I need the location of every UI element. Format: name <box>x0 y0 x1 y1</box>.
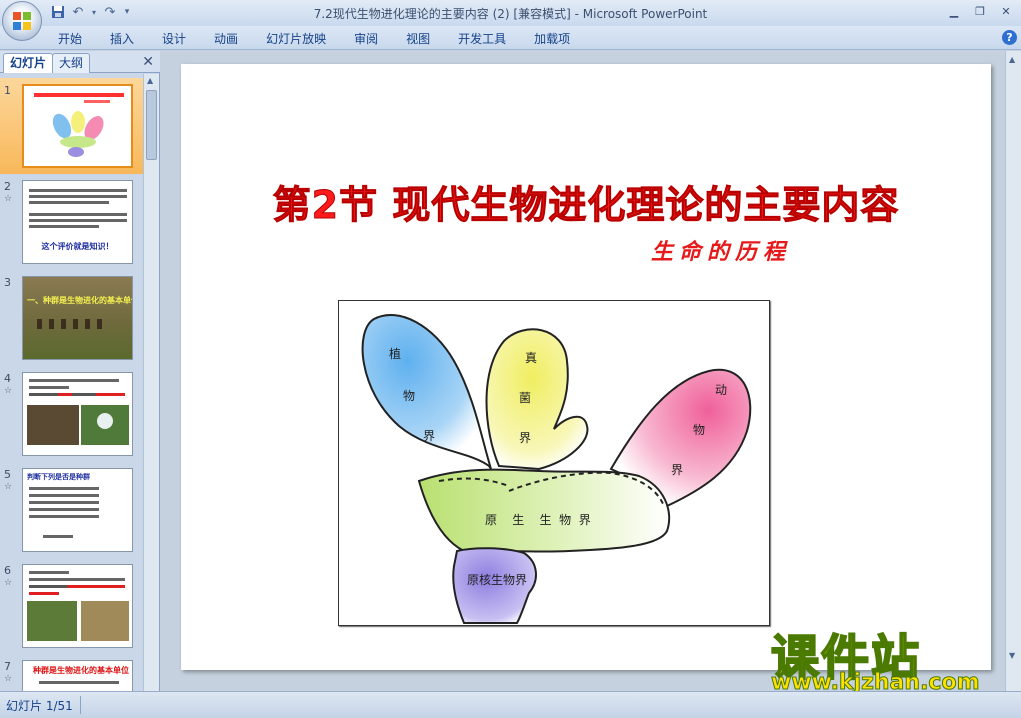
tab-review[interactable]: 审阅 <box>340 30 392 48</box>
slide-preview <box>22 564 133 648</box>
thumb-title: 判断下列是否是种群 <box>27 473 90 481</box>
slide-preview <box>22 372 133 456</box>
office-button[interactable] <box>2 1 42 41</box>
tab-view[interactable]: 视图 <box>392 30 444 48</box>
restore-icon[interactable]: ❐ <box>967 2 993 20</box>
slide-number: 7 <box>4 660 11 673</box>
tab-insert[interactable]: 插入 <box>96 30 148 48</box>
slide-counter: 幻灯片 1/51 <box>6 699 73 713</box>
slide-thumb-4[interactable]: 4 ☆ <box>0 366 143 462</box>
slide-preview: 一、种群是生物进化的基本单位 <box>22 276 133 360</box>
thumb-title: 种群是生物进化的基本单位 <box>33 666 129 675</box>
kingdoms-diagram[interactable]: 植 物 界 真 菌 界 动 物 界 原 生 生 物 界 原核生物界 <box>338 300 770 626</box>
label-prokaryote: 原核生物界 <box>467 573 528 587</box>
label-plant-2: 物 <box>403 389 416 403</box>
slide-thumb-5[interactable]: 5 ☆ 判断下列是否是种群 <box>0 462 143 558</box>
label-fungi-2: 菌 <box>519 391 532 405</box>
close-icon[interactable]: ✕ <box>993 2 1019 20</box>
ribbon: 开始 插入 设计 动画 幻灯片放映 审阅 视图 开发工具 加载项 ? <box>0 26 1021 50</box>
slide-thumb-6[interactable]: 6 ☆ <box>0 558 143 654</box>
animation-star-icon: ☆ <box>4 194 13 204</box>
ribbon-tabs: 开始 插入 设计 动画 幻灯片放映 审阅 视图 开发工具 加载项 <box>44 30 584 48</box>
slide-number: 4 <box>4 372 11 385</box>
label-plant-1: 植 <box>389 347 402 361</box>
animation-star-icon: ☆ <box>4 482 13 492</box>
slide-title[interactable]: 第2节 现代生物进化理论的主要内容 <box>181 174 991 229</box>
slide-thumbnails: 1 2 ☆ 这个评价就是知识！ 3 一、种群是生物进化的基本单位 4 ☆ 5 ☆… <box>0 74 143 691</box>
tab-addins[interactable]: 加载项 <box>520 30 584 48</box>
animation-star-icon: ☆ <box>4 578 13 588</box>
status-divider <box>80 696 81 714</box>
label-protist: 原 生 生 物 界 <box>485 513 591 527</box>
powerpoint-window: ↶ ▾ ↷ ▾ 7.2现代生物进化理论的主要内容 (2) [兼容模式] - Mi… <box>0 0 1021 718</box>
thumbnails-scrollbar[interactable]: ▲ <box>143 74 159 691</box>
status-bar: 幻灯片 1/51 <box>0 691 1021 718</box>
label-fungi-3: 界 <box>519 431 532 445</box>
slide-canvas[interactable]: 第2节 现代生物进化理论的主要内容 生命的历程 植 物 界 真 菌 界 动 物 … <box>181 64 991 670</box>
tab-home[interactable]: 开始 <box>44 30 96 48</box>
window-controls: ▁ ❐ ✕ <box>941 2 1019 20</box>
editor-scrollbar[interactable]: ▲ ▼ <box>1005 51 1021 691</box>
help-icon[interactable]: ? <box>1002 30 1017 45</box>
slide-subtitle[interactable]: 生命的历程 <box>651 234 791 266</box>
kingdoms-diagram-art <box>361 314 752 624</box>
slide-preview: 这个评价就是知识！ <box>22 180 133 264</box>
label-plant-3: 界 <box>423 429 436 443</box>
slide-preview <box>22 84 133 168</box>
tab-animations[interactable]: 动画 <box>200 30 252 48</box>
animation-star-icon: ☆ <box>4 674 13 684</box>
slide-preview: 种群是生物进化的基本单位 <box>22 660 133 691</box>
label-animal-1: 动 <box>715 383 728 397</box>
slide-number: 2 <box>4 180 11 193</box>
thumb-footer-text: 这个评价就是知识！ <box>41 242 114 251</box>
slide-number: 3 <box>4 276 11 289</box>
tab-slideshow[interactable]: 幻灯片放映 <box>252 30 340 48</box>
label-animal-3: 界 <box>671 463 684 477</box>
slide-number: 6 <box>4 564 11 577</box>
tab-developer[interactable]: 开发工具 <box>444 30 520 48</box>
slides-pane: 幻灯片 大纲 ✕ 1 2 ☆ 这个评价就是知识！ 3 一、种群是生物进化的基本单… <box>0 51 160 691</box>
scroll-thumb[interactable] <box>146 90 157 160</box>
slide-number: 5 <box>4 468 11 481</box>
close-pane-icon[interactable]: ✕ <box>142 54 154 70</box>
tab-design[interactable]: 设计 <box>148 30 200 48</box>
slide-editor: 第2节 现代生物进化理论的主要内容 生命的历程 植 物 界 真 菌 界 动 物 … <box>161 51 1021 691</box>
watermark: 课件站 www.kjzhan.com <box>770 618 1011 698</box>
office-logo-icon <box>13 12 31 30</box>
thumb-caption: 一、种群是生物进化的基本单位 <box>27 296 133 305</box>
label-fungi-1: 真 <box>525 351 538 365</box>
slide-thumb-3[interactable]: 3 一、种群是生物进化的基本单位 <box>0 270 143 366</box>
slide-number: 1 <box>4 84 11 97</box>
slide-thumb-2[interactable]: 2 ☆ 这个评价就是知识！ <box>0 174 143 270</box>
pane-tabs: 幻灯片 大纲 ✕ <box>0 51 160 73</box>
title-bar: ↶ ▾ ↷ ▾ 7.2现代生物进化理论的主要内容 (2) [兼容模式] - Mi… <box>0 0 1021 26</box>
tab-outline[interactable]: 大纲 <box>52 53 91 73</box>
window-title: 7.2现代生物进化理论的主要内容 (2) [兼容模式] - Microsoft … <box>313 7 708 21</box>
tab-slides[interactable]: 幻灯片 <box>3 53 54 73</box>
slide-preview: 判断下列是否是种群 <box>22 468 133 552</box>
slide-thumb-1[interactable]: 1 <box>0 78 143 174</box>
label-animal-2: 物 <box>693 423 706 437</box>
slide-thumb-7[interactable]: 7 ☆ 种群是生物进化的基本单位 <box>0 654 143 691</box>
minimize-icon[interactable]: ▁ <box>941 2 967 20</box>
animation-star-icon: ☆ <box>4 386 13 396</box>
